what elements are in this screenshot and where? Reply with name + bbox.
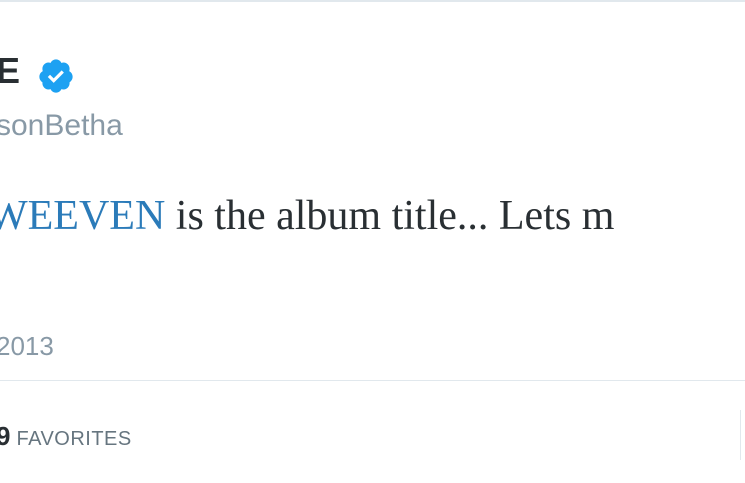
favorites-count: 9 [0, 421, 11, 451]
tweet-timestamp[interactable]: 2013 [0, 329, 54, 363]
favorites-label: FAVORITES [16, 428, 132, 450]
tweet-card: E sonBetha WEEVEN is the album title... … [0, 0, 745, 483]
stats-divider [0, 380, 745, 381]
tweet-text: WEEVEN is the album title... Lets m [0, 190, 614, 242]
user-handle[interactable]: sonBetha [0, 106, 123, 146]
top-border [0, 0, 745, 2]
hashtag-link[interactable]: WEEVEN [0, 193, 165, 239]
stats-vertical-divider [740, 410, 741, 460]
verified-badge-icon [39, 59, 73, 93]
user-display-name[interactable]: E [0, 51, 20, 91]
favorites-stat[interactable]: 9 FAVORITES [0, 420, 132, 452]
tweet-body-text: is the album title... Lets m [165, 193, 615, 239]
